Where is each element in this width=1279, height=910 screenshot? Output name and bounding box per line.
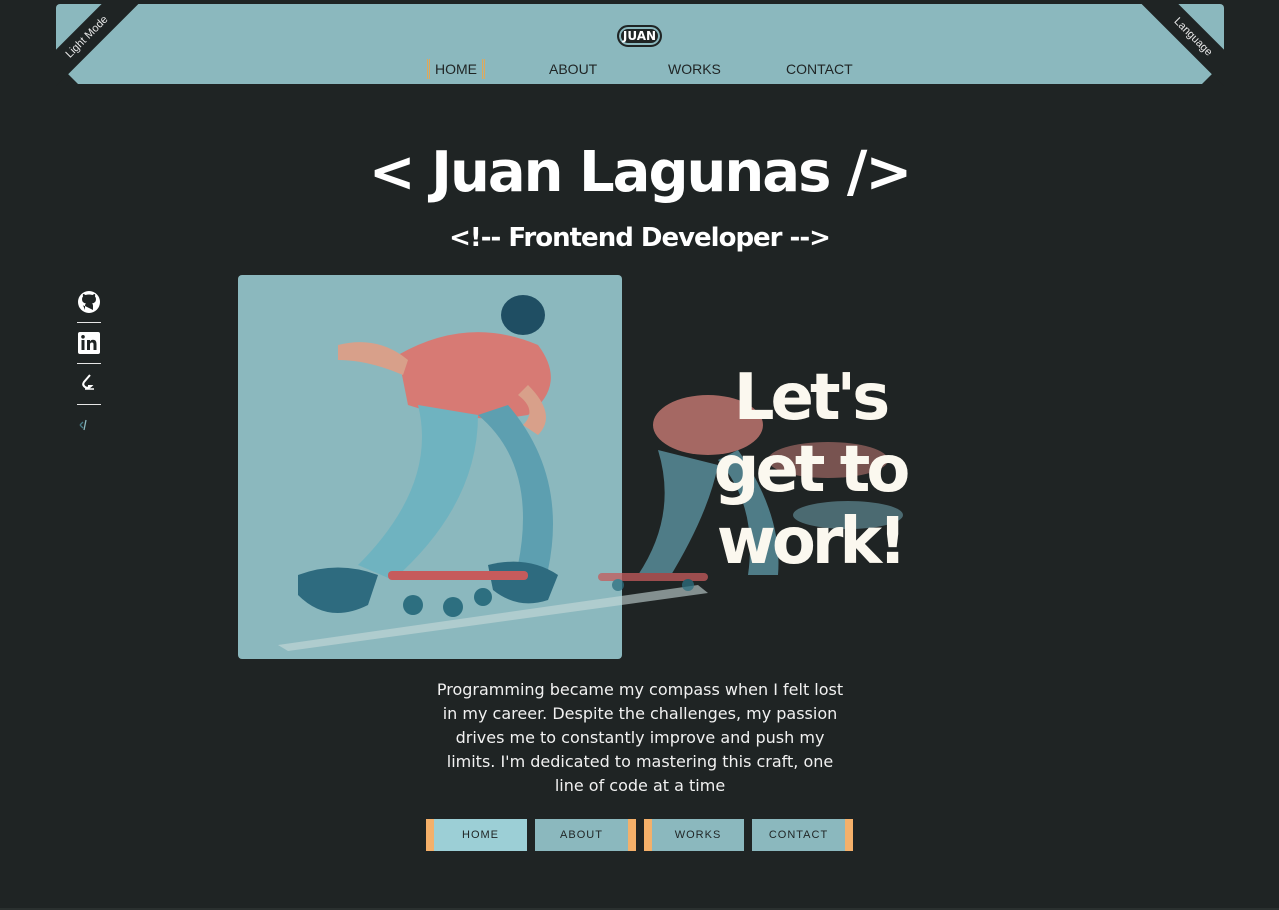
- intro-paragraph: Programming became my compass when I fel…: [436, 680, 844, 795]
- codewars-icon[interactable]: [77, 372, 101, 405]
- light-mode-toggle[interactable]: Light Mode: [56, 4, 148, 96]
- social-sidebar: [77, 290, 102, 454]
- slogan-line-2: get to: [713, 433, 911, 507]
- logo[interactable]: JUAN: [617, 25, 662, 47]
- page-title: < Juan Lagunas />: [368, 140, 913, 205]
- page: Light Mode Language JUAN HOME ABOUT WORK…: [0, 0, 1279, 910]
- language-corner[interactable]: Language: [1132, 4, 1224, 96]
- nav-home[interactable]: HOME: [427, 59, 485, 79]
- light-mode-corner[interactable]: Light Mode: [56, 4, 148, 96]
- nav-contact[interactable]: CONTACT: [781, 59, 858, 79]
- nav-about[interactable]: ABOUT: [544, 59, 602, 79]
- logo-text: JUAN: [622, 29, 657, 43]
- language-toggle[interactable]: Language: [1132, 4, 1224, 96]
- slogan-line-1: Let's: [733, 361, 890, 435]
- js-icon[interactable]: [77, 413, 101, 437]
- linkedin-icon[interactable]: [77, 331, 101, 364]
- slogan: Let's get to work!: [700, 362, 920, 578]
- home-button[interactable]: HOME: [426, 819, 527, 851]
- about-button[interactable]: ABOUT: [535, 819, 636, 851]
- nav-works[interactable]: WORKS: [663, 59, 726, 79]
- page-subtitle: <!-- Frontend Developer -->: [449, 223, 831, 253]
- github-icon[interactable]: [77, 290, 101, 323]
- contact-button[interactable]: CONTACT: [752, 819, 853, 851]
- works-button[interactable]: WORKS: [644, 819, 744, 851]
- slogan-line-3: work!: [716, 505, 907, 579]
